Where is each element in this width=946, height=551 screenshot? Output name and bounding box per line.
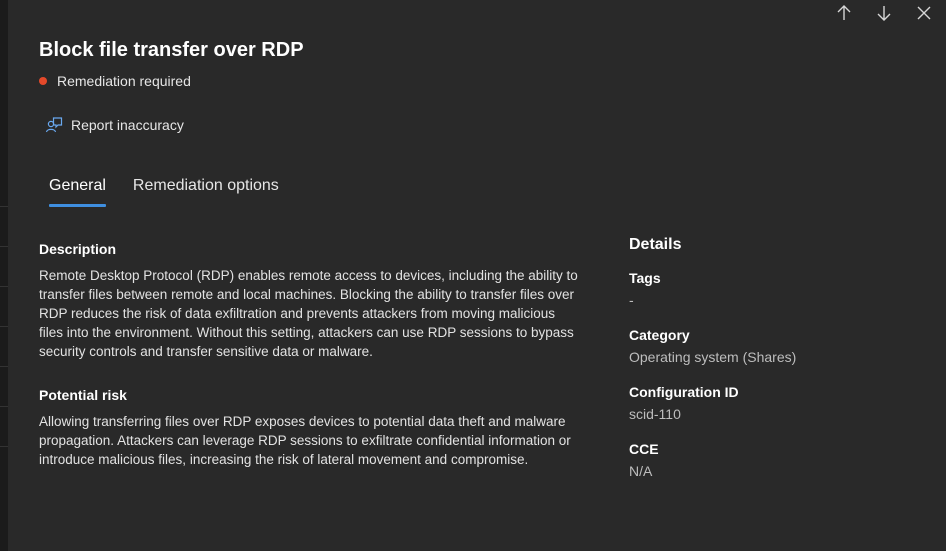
description-line: transfer files between remote and local … xyxy=(39,287,575,302)
tab-remediation-options-label: Remediation options xyxy=(132,177,279,194)
configuration-id-value: scid-110 xyxy=(629,406,681,422)
report-person-icon xyxy=(45,117,63,133)
details-heading: Details xyxy=(629,236,682,253)
status-indicator: Remediation required xyxy=(39,73,191,89)
tags-label: Tags xyxy=(629,270,661,286)
cce-value: N/A xyxy=(629,463,653,479)
tab-general[interactable]: General xyxy=(49,177,106,207)
description-text: Remote Desktop Protocol (RDP) enables re… xyxy=(39,266,599,361)
potential-risk-section: Potential risk Allowing transferring fil… xyxy=(39,387,599,469)
description-line: RDP reduces the risk of data exfiltratio… xyxy=(39,306,555,321)
arrow-up-icon xyxy=(837,5,851,20)
tab-bar: General Remediation options xyxy=(49,177,279,207)
arrow-down-icon xyxy=(877,6,891,21)
configuration-id-label: Configuration ID xyxy=(629,384,739,400)
detail-tags: Tags - xyxy=(629,270,661,308)
report-inaccuracy-label: Report inaccuracy xyxy=(71,117,184,133)
description-heading: Description xyxy=(39,241,117,257)
category-label: Category xyxy=(629,327,690,343)
cce-label: CCE xyxy=(629,441,659,457)
potential-risk-line: Allowing transferring files over RDP exp… xyxy=(39,414,566,429)
detail-panel: Block file transfer over RDP Remediation… xyxy=(8,0,946,551)
description-section: Description Remote Desktop Protocol (RDP… xyxy=(39,241,599,361)
panel-actions xyxy=(826,2,942,24)
tab-remediation-options[interactable]: Remediation options xyxy=(133,177,279,207)
description-line: files into the environment. Without this… xyxy=(39,325,574,340)
report-inaccuracy-link[interactable]: Report inaccuracy xyxy=(45,116,184,134)
close-button[interactable] xyxy=(906,2,942,24)
tab-general-label: General xyxy=(49,177,106,194)
description-line: Remote Desktop Protocol (RDP) enables re… xyxy=(39,268,578,283)
potential-risk-line: propagation. Attackers can leverage RDP … xyxy=(39,433,571,448)
detail-category: Category Operating system (Shares) xyxy=(629,327,796,365)
tags-value: - xyxy=(629,292,634,308)
category-value: Operating system (Shares) xyxy=(629,349,797,365)
potential-risk-heading: Potential risk xyxy=(39,387,127,403)
next-item-button[interactable] xyxy=(866,2,902,24)
status-label: Remediation required xyxy=(57,73,191,89)
potential-risk-text: Allowing transferring files over RDP exp… xyxy=(39,412,599,469)
description-line: security controls and transfer sensitive… xyxy=(39,344,373,359)
background-pane-edge xyxy=(0,0,8,551)
page-title: Block file transfer over RDP xyxy=(39,39,304,61)
close-icon xyxy=(917,6,931,20)
detail-configuration-id: Configuration ID scid-110 xyxy=(629,384,739,422)
details-section: Details Tags - Category Operating system… xyxy=(629,236,909,479)
status-dot-icon xyxy=(39,77,47,85)
previous-item-button[interactable] xyxy=(826,2,862,24)
potential-risk-line: introduce malicious files, increasing th… xyxy=(39,452,529,467)
detail-cce: CCE N/A xyxy=(629,441,659,479)
